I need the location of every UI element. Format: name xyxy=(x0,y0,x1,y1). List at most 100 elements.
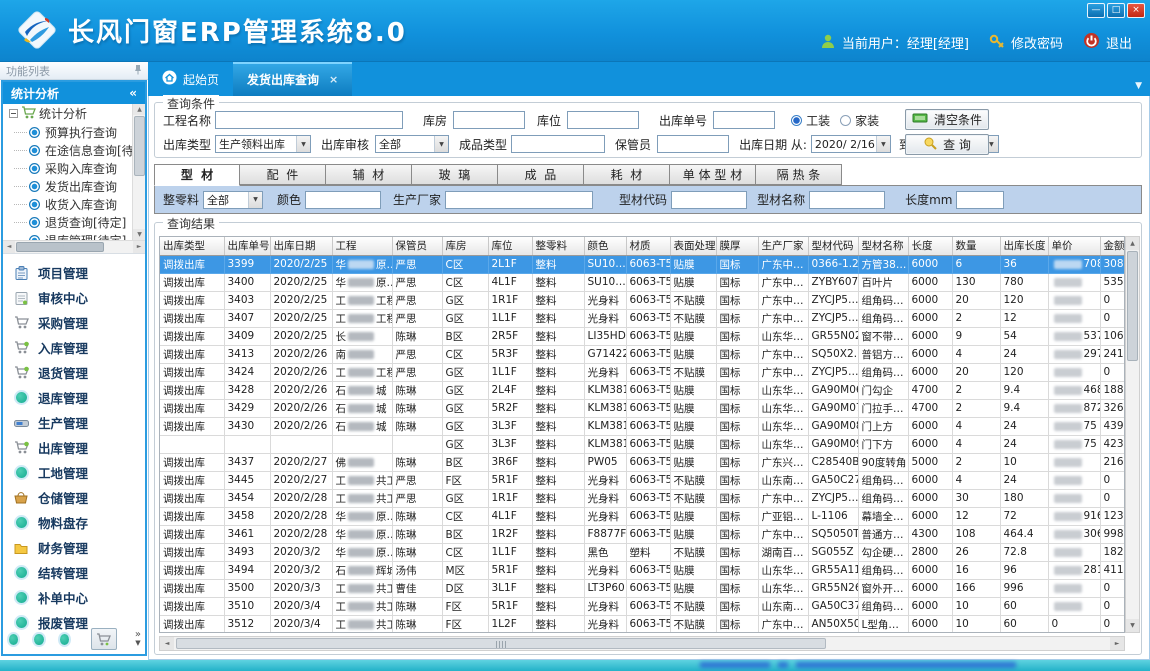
column-header[interactable]: 出库日期 xyxy=(270,237,332,255)
material-tab[interactable]: 配 件 xyxy=(240,164,326,185)
table-row[interactable]: 调拨出库34292020/2/26石城陈琳G区5R2F整料KLM38176063… xyxy=(160,399,1125,417)
profile-name-input[interactable] xyxy=(809,191,885,209)
sidebar-menu-item[interactable]: 生产管理 xyxy=(3,410,145,435)
scroll-up-icon[interactable]: ▲ xyxy=(133,104,145,115)
column-header[interactable]: 长度 xyxy=(908,237,952,255)
pin-icon[interactable] xyxy=(134,64,142,78)
table-row[interactable]: 调拨出库34002020/2/25华原…严思C区4L1F整料SU10…6063-… xyxy=(160,273,1125,291)
outbound-type-select[interactable]: 生产领料出库▼ xyxy=(215,135,311,153)
table-row[interactable]: 调拨出库34072020/2/25工工程严思G区1L1F整料光身料6063-T5… xyxy=(160,309,1125,327)
tree-item[interactable]: 预算执行查询 xyxy=(3,123,145,141)
product-type-input[interactable] xyxy=(511,135,605,153)
table-row[interactable]: 调拨出库35002020/3/3工共工程曹佳D区3L1F整料LT3P606063… xyxy=(160,579,1125,597)
sidebar-menu-item[interactable]: 入库管理 xyxy=(3,335,145,360)
tree-item[interactable]: 在途信息查询[待 xyxy=(3,141,145,159)
sidebar-menu-item[interactable]: 仓储管理 xyxy=(3,485,145,510)
table-row[interactable]: 调拨出库34452020/2/27工共工程严思F区5R1F整料光身料6063-T… xyxy=(160,471,1125,489)
outbound-audit-select[interactable]: 全部▼ xyxy=(375,135,449,153)
keeper-input[interactable] xyxy=(657,135,729,153)
radio-gongzhuang[interactable]: 工装 xyxy=(791,112,830,129)
radio-jiazhuang[interactable]: 家装 xyxy=(840,112,879,129)
tree-item[interactable]: 收货入库查询 xyxy=(3,195,145,213)
scroll-thumb[interactable] xyxy=(1127,251,1138,361)
project-name-input[interactable] xyxy=(215,111,403,129)
material-tab[interactable]: 玻 璃 xyxy=(412,164,498,185)
warehouse-input[interactable] xyxy=(453,111,525,129)
table-row[interactable]: 调拨出库34282020/2/26石城陈琳G区2L4F整料KLM38176063… xyxy=(160,381,1125,399)
column-header[interactable]: 数量 xyxy=(952,237,1000,255)
column-header[interactable]: 单价 xyxy=(1048,237,1100,255)
sidebar-menu-item[interactable]: 出库管理 xyxy=(3,435,145,460)
scroll-left-icon[interactable]: ◄ xyxy=(160,637,174,650)
table-row[interactable]: 调拨出库34032020/2/25工工程严思G区1R1F整料光身料6063-T5… xyxy=(160,291,1125,309)
close-button[interactable]: × xyxy=(1127,3,1145,18)
sidebar-menu-item[interactable]: 工地管理 xyxy=(3,460,145,485)
clear-conditions-button[interactable]: 清空条件 xyxy=(905,109,989,130)
material-tab[interactable]: 隔 热 条 xyxy=(756,164,842,185)
tab-shipping-outbound-query[interactable]: 发货出库查询 × xyxy=(233,62,352,96)
sidebar-menu-item[interactable]: 审核中心 xyxy=(3,285,145,310)
cart-button[interactable] xyxy=(91,628,117,650)
tab-close-icon[interactable]: × xyxy=(329,73,338,86)
collapsed-menu-icon[interactable] xyxy=(60,634,69,645)
more-buttons-chevron[interactable]: » ▼ xyxy=(135,631,141,647)
table-row[interactable]: 调拨出库34132020/2/26南严思C区5R3F整料G714226063-T… xyxy=(160,345,1125,363)
scroll-left-icon[interactable]: ◄ xyxy=(3,241,15,253)
table-row[interactable]: G区3L3F整料KLM38176063-T5贴膜国标山东华…GA90M09…门下… xyxy=(160,435,1125,453)
table-row[interactable]: 调拨出库35122020/3/4工共工程陈琳F区1L2F整料光身料6063-T5… xyxy=(160,615,1125,633)
outbound-no-input[interactable] xyxy=(713,111,775,129)
material-tab[interactable]: 单 体 型 材 xyxy=(670,164,756,185)
tabstrip-dropdown-icon[interactable]: ▼ xyxy=(1135,81,1142,91)
sidebar-menu-item[interactable]: 退货管理 xyxy=(3,360,145,385)
search-button[interactable]: 查 询 xyxy=(905,134,989,155)
material-tab[interactable]: 成 品 xyxy=(498,164,584,185)
tree-horizontal-scrollbar[interactable]: ◄ ► xyxy=(3,240,145,253)
scroll-right-icon[interactable]: ► xyxy=(133,241,145,253)
tree-item[interactable]: 采购入库查询 xyxy=(3,159,145,177)
table-vertical-scrollbar[interactable]: ▲ ▼ xyxy=(1125,236,1140,633)
table-row[interactable]: 调拨出库34092020/2/25长陈琳B区2R5F整料LI35HD6063-T… xyxy=(160,327,1125,345)
length-input[interactable] xyxy=(956,191,1004,209)
sidebar-menu-item[interactable]: 退库管理 xyxy=(3,385,145,410)
scroll-thumb[interactable] xyxy=(134,116,145,176)
column-header[interactable]: 出库类型 xyxy=(160,237,224,255)
column-header[interactable]: 库房 xyxy=(442,237,488,255)
sidebar-menu-item[interactable]: 项目管理 xyxy=(3,260,145,285)
collapsed-menu-icon[interactable] xyxy=(34,634,43,645)
column-header[interactable]: 型材名称 xyxy=(858,237,908,255)
collapsed-menu-icon[interactable] xyxy=(9,634,18,645)
column-header[interactable]: 出库长度 xyxy=(1000,237,1048,255)
column-header[interactable]: 膜厚 xyxy=(716,237,758,255)
scroll-down-icon[interactable]: ▼ xyxy=(133,229,145,240)
color-input[interactable] xyxy=(305,191,381,209)
material-tab[interactable]: 型 材 xyxy=(154,164,240,186)
column-header[interactable]: 整零料 xyxy=(532,237,584,255)
column-header[interactable]: 表面处理 xyxy=(670,237,716,255)
column-header[interactable]: 材质 xyxy=(626,237,670,255)
material-tab[interactable]: 辅 材 xyxy=(326,164,412,185)
table-row[interactable]: 调拨出库34942020/3/2石辉城汤伟M区5R1F整料光身料6063-T5贴… xyxy=(160,561,1125,579)
table-row[interactable]: 调拨出库34372020/2/27佛陈琳B区3R6F整料PW056063-T5贴… xyxy=(160,453,1125,471)
column-header[interactable]: 出库单号 xyxy=(224,237,270,255)
maximize-button[interactable]: □ xyxy=(1107,3,1125,18)
change-password-button[interactable]: 修改密码 xyxy=(989,33,1063,53)
column-header[interactable]: 生产厂家 xyxy=(758,237,808,255)
tree-item[interactable]: 发货出库查询 xyxy=(3,177,145,195)
tree-vertical-scrollbar[interactable]: ▲ ▼ xyxy=(132,104,145,240)
tab-home[interactable]: 起始页 xyxy=(148,62,233,96)
table-row[interactable]: 调拨出库34542020/2/28工共工程严思G区1R1F整料光身料6063-T… xyxy=(160,489,1125,507)
date-from-picker[interactable]: 2020/ 2/16▼ xyxy=(811,135,891,153)
scroll-up-icon[interactable]: ▲ xyxy=(1126,237,1139,250)
column-header[interactable]: 金额 xyxy=(1100,237,1125,255)
collapse-button[interactable]: « xyxy=(129,86,137,100)
scroll-thumb[interactable] xyxy=(16,242,104,252)
column-header[interactable]: 保管员 xyxy=(392,237,442,255)
column-header[interactable]: 颜色 xyxy=(584,237,626,255)
location-input[interactable] xyxy=(567,111,639,129)
table-row[interactable]: 调拨出库34302020/2/26石城陈琳G区3L3F整料KLM38176063… xyxy=(160,417,1125,435)
whole-part-select[interactable]: 全部▼ xyxy=(203,191,263,209)
table-row[interactable]: 调拨出库34242020/2/26工工程严思G区1L1F整料光身料6063-T5… xyxy=(160,363,1125,381)
scroll-thumb[interactable] xyxy=(176,638,826,649)
logout-button[interactable]: 退出 xyxy=(1083,32,1132,53)
column-header[interactable]: 库位 xyxy=(488,237,532,255)
